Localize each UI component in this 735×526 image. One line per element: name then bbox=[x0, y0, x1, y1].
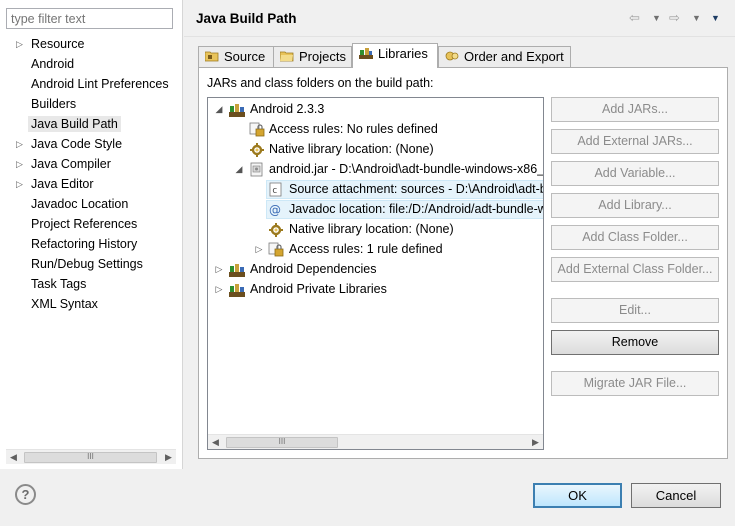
expand-arrow-icon[interactable]: ▷ bbox=[213, 259, 225, 279]
scroll-right-icon[interactable]: ▶ bbox=[528, 435, 543, 449]
add-variable-button[interactable]: Add Variable... bbox=[551, 161, 719, 186]
add-external-jars-button[interactable]: Add External JARs... bbox=[551, 129, 719, 154]
nav-item-project-references[interactable]: Project References bbox=[0, 214, 182, 234]
nav-item-java-compiler[interactable]: ▷ Java Compiler bbox=[0, 154, 182, 174]
properties-tree: ▷ Resource Android Android Lint Preferenc… bbox=[0, 34, 182, 314]
nav-item-java-code-style[interactable]: ▷ Java Code Style bbox=[0, 134, 182, 154]
javadoc-icon: @ bbox=[269, 203, 281, 217]
tree-item-native-library-location[interactable]: Native library location: (None) bbox=[208, 139, 543, 159]
expand-arrow-icon[interactable]: ▷ bbox=[16, 174, 23, 194]
tree-item-access-rules[interactable]: Access rules: No rules defined bbox=[208, 119, 543, 139]
libraries-tab-panel: JARs and class folders on the build path… bbox=[198, 67, 728, 459]
cancel-button[interactable]: Cancel bbox=[631, 483, 721, 508]
nav-item-resource[interactable]: ▷ Resource bbox=[0, 34, 182, 54]
edit-button[interactable]: Edit... bbox=[551, 298, 719, 323]
back-dropdown-icon[interactable]: ▼ bbox=[652, 13, 661, 23]
library-icon bbox=[229, 284, 245, 297]
nav-item-xml-syntax[interactable]: XML Syntax bbox=[0, 294, 182, 314]
expand-arrow-icon[interactable]: ▷ bbox=[16, 154, 23, 174]
nav-item-task-tags[interactable]: Task Tags bbox=[0, 274, 182, 294]
nav-item-builders[interactable]: Builders bbox=[0, 94, 182, 114]
add-external-class-folder-button[interactable]: Add External Class Folder... bbox=[551, 257, 719, 282]
expand-arrow-icon[interactable]: ▷ bbox=[16, 134, 23, 154]
tab-projects[interactable]: Projects bbox=[273, 46, 352, 68]
jar-icon bbox=[250, 162, 263, 177]
access-rules-icon bbox=[268, 242, 284, 257]
ok-button[interactable]: OK bbox=[533, 483, 622, 508]
add-jars-button[interactable]: Add JARs... bbox=[551, 97, 719, 122]
nav-item-javadoc-location[interactable]: Javadoc Location bbox=[0, 194, 182, 214]
collapse-arrow-icon[interactable]: ◢ bbox=[233, 159, 245, 179]
filter-input[interactable] bbox=[6, 8, 173, 29]
native-library-icon bbox=[250, 143, 264, 157]
properties-navigation-pane: ▷Resource Android Android Lint Preferenc… bbox=[0, 0, 183, 469]
source-folder-icon bbox=[205, 51, 219, 62]
remove-button[interactable]: Remove bbox=[551, 330, 719, 355]
scrollbar-thumb[interactable]: III bbox=[226, 437, 338, 448]
tree-item-source-attachment[interactable]: c Source attachment: sources - D:\Androi… bbox=[208, 179, 543, 199]
scroll-left-icon[interactable]: ◀ bbox=[6, 450, 21, 465]
library-icon bbox=[229, 264, 245, 277]
tab-source[interactable]: Source bbox=[198, 46, 274, 68]
header-separator bbox=[184, 36, 735, 37]
nav-item-java-editor[interactable]: ▷ Java Editor bbox=[0, 174, 182, 194]
expand-arrow-icon[interactable]: ▷ bbox=[253, 239, 265, 259]
scrollbar-thumb[interactable]: III bbox=[24, 452, 157, 463]
tree-item-android-private-libraries[interactable]: ▷ Android Private Libraries bbox=[208, 279, 543, 299]
svg-text:@: @ bbox=[269, 203, 281, 217]
source-attachment-icon: c bbox=[269, 182, 282, 197]
libraries-icon bbox=[359, 48, 373, 59]
migrate-jar-button[interactable]: Migrate JAR File... bbox=[551, 371, 719, 396]
library-icon bbox=[229, 104, 245, 117]
forward-arrow-icon[interactable]: ⇨ bbox=[669, 10, 680, 26]
tree-horizontal-scrollbar[interactable]: ◀ III ▶ bbox=[208, 434, 543, 449]
expand-arrow-icon[interactable]: ▷ bbox=[16, 34, 23, 54]
nav-item-run-debug-settings[interactable]: Run/Debug Settings bbox=[0, 254, 182, 274]
view-menu-icon[interactable]: ▼ bbox=[711, 13, 720, 23]
page-title: Java Build Path bbox=[196, 11, 297, 26]
build-path-heading: JARs and class folders on the build path… bbox=[207, 76, 434, 90]
nav-item-refactoring-history[interactable]: Refactoring History bbox=[0, 234, 182, 254]
svg-text:c: c bbox=[272, 186, 277, 196]
collapse-arrow-icon[interactable]: ◢ bbox=[213, 99, 225, 119]
back-arrow-icon[interactable]: ⇦ bbox=[629, 10, 640, 26]
scroll-left-icon[interactable]: ◀ bbox=[208, 435, 223, 449]
libraries-tree[interactable]: ◢ Android 2.3.3 Access rules: No rules d… bbox=[207, 97, 544, 450]
scroll-right-icon[interactable]: ▶ bbox=[161, 450, 176, 465]
tree-item-access-rules-jar[interactable]: ▷ Access rules: 1 rule defined bbox=[208, 239, 543, 259]
tree-item-javadoc-location[interactable]: @ Javadoc location: file:/D:/Android/adt… bbox=[208, 199, 543, 219]
preferences-dialog: ▷Resource Android Android Lint Preferenc… bbox=[0, 0, 735, 526]
access-rules-icon bbox=[249, 122, 265, 137]
forward-dropdown-icon[interactable]: ▼ bbox=[692, 13, 701, 23]
nav-horizontal-scrollbar[interactable]: ◀ III ▶ bbox=[6, 449, 176, 464]
tab-libraries[interactable]: Libraries bbox=[352, 43, 438, 68]
tab-order-and-export[interactable]: Order and Export bbox=[438, 46, 571, 68]
tree-item-android-jar[interactable]: ◢ android.jar - D:\Android\adt-bundle-wi… bbox=[208, 159, 543, 179]
add-class-folder-button[interactable]: Add Class Folder... bbox=[551, 225, 719, 250]
nav-item-java-build-path[interactable]: Java Build Path bbox=[0, 114, 182, 134]
tree-item-native-library-location-jar[interactable]: Native library location: (None) bbox=[208, 219, 543, 239]
nav-item-android-lint-preferences[interactable]: Android Lint Preferences bbox=[0, 74, 182, 94]
projects-folder-icon bbox=[280, 51, 294, 62]
native-library-icon bbox=[269, 223, 283, 237]
help-icon[interactable]: ? bbox=[15, 484, 36, 505]
tree-item-android-dependencies[interactable]: ▷ Android Dependencies bbox=[208, 259, 543, 279]
expand-arrow-icon[interactable]: ▷ bbox=[213, 279, 225, 299]
nav-item-android[interactable]: Android bbox=[0, 54, 182, 74]
tree-item-android-2-3-3[interactable]: ◢ Android 2.3.3 bbox=[208, 99, 543, 119]
add-library-button[interactable]: Add Library... bbox=[551, 193, 719, 218]
order-export-icon bbox=[445, 51, 459, 61]
